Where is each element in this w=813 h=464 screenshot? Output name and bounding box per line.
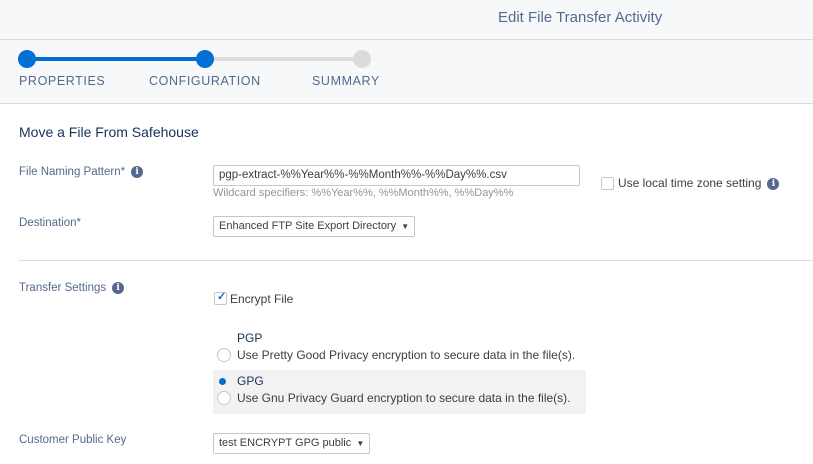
local-time-zone-label: Use local time zone setting i [618,176,780,190]
progress-track-completed [27,57,205,61]
transfer-settings-label: Transfer Settings i [19,282,125,295]
encrypt-file-checkbox[interactable]: ✓ [214,291,227,305]
file-naming-pattern-label: File Naming Pattern* i [19,166,144,179]
radio-option-title: GPG [237,374,264,388]
info-icon[interactable]: i [131,166,144,178]
chevron-down-icon: ▼ [356,439,365,448]
checkmark-icon: ✓ [217,291,227,303]
chevron-down-icon: ▼ [401,222,410,231]
section-title: Move a File From Safehouse [19,124,199,140]
radio-button-pgp[interactable] [217,348,231,362]
customer-public-key-select[interactable]: test ENCRYPT GPG public ▼ [213,433,371,454]
radio-option-title: PGP [237,331,263,345]
step-label-configuration[interactable]: CONFIGURATION [149,74,261,88]
step-label-summary[interactable]: SUMMARY [312,74,380,88]
step-label-properties[interactable]: PROPERTIES [19,74,105,88]
customer-public-key-label: Customer Public Key [19,434,127,446]
radio-option-description: Use Gnu Privacy Guard encryption to secu… [237,391,571,405]
destination-label: Destination* [19,217,82,229]
encrypt-file-label: Encrypt File [230,292,294,306]
step-dot-summary[interactable] [353,50,371,68]
radio-selected-indicator[interactable] [219,378,226,385]
divider [19,260,813,261]
progress-stepper [0,40,813,104]
info-icon[interactable]: i [112,282,125,294]
destination-select-value: Enhanced FTP Site Export Directory [219,220,397,232]
radio-option-gpg[interactable]: GPG Use Gnu Privacy Guard encryption to … [213,370,586,414]
step-dot-properties[interactable] [18,50,36,68]
customer-public-key-value: test ENCRYPT GPG public [219,437,352,449]
local-time-zone-label-text: Use local time zone setting [618,176,762,190]
wildcard-hint: Wildcard specifiers: %%Year%%, %%Month%%… [213,187,514,199]
step-dot-configuration[interactable] [196,50,214,68]
info-icon[interactable]: i [767,177,780,190]
radio-button-gpg[interactable] [217,391,231,405]
destination-select[interactable]: Enhanced FTP Site Export Directory ▼ [213,216,416,237]
local-time-zone-checkbox[interactable] [601,177,614,190]
radio-option-pgp[interactable]: PGP Use Pretty Good Privacy encryption t… [213,327,586,371]
file-naming-pattern-input[interactable]: pgp-extract-%%Year%%-%%Month%%-%%Day%%.c… [213,165,580,186]
modal-title: Edit File Transfer Activity [498,9,663,26]
progress-track-remaining [205,57,362,61]
file-naming-pattern-label-text: File Naming Pattern* [19,166,126,179]
transfer-settings-label-text: Transfer Settings [19,282,107,295]
radio-option-description: Use Pretty Good Privacy encryption to se… [237,348,576,362]
modal-header: Edit File Transfer Activity [0,0,813,40]
